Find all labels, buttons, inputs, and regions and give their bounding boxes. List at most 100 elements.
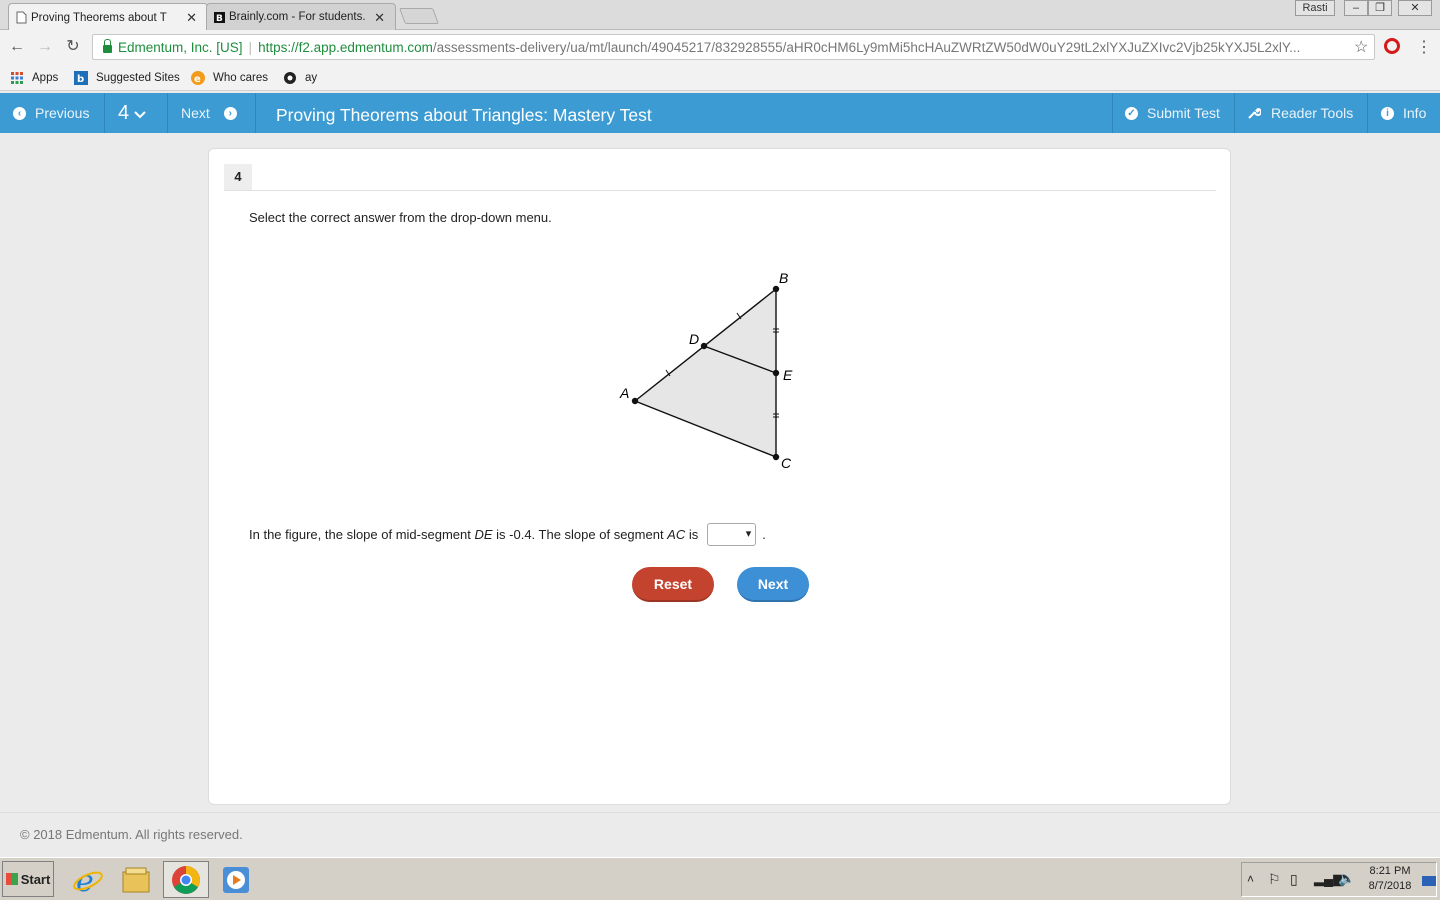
answer-dropdown[interactable]: [707, 523, 757, 546]
wrench-icon: [1248, 107, 1261, 119]
clock[interactable]: 8:21 PM 8/7/2018: [1362, 864, 1418, 894]
file-explorer-icon[interactable]: [120, 864, 152, 896]
bookmark-who-cares[interactable]: e Who cares: [191, 71, 268, 85]
label-c: C: [781, 455, 792, 471]
bookmark-ay[interactable]: ay: [283, 71, 317, 85]
header-divider: [104, 93, 105, 133]
label-b: B: [779, 270, 788, 286]
power-icon[interactable]: ▯: [1290, 871, 1298, 888]
question-selector[interactable]: 4: [118, 93, 146, 133]
chrome-icon: [172, 866, 200, 894]
bookmark-label: Suggested Sites: [96, 72, 180, 84]
page-icon: [16, 11, 27, 24]
arrow-left-circle-icon: ‹: [13, 106, 26, 120]
point-e: [772, 369, 780, 377]
opera-extension-icon[interactable]: [1384, 38, 1400, 54]
lock-icon: [103, 39, 112, 53]
statement-text: is -0.4. The slope of segment: [492, 527, 668, 542]
assessment-header: ‹ Previous 4 Next › Proving Theorems abo…: [0, 93, 1440, 133]
label-e: E: [783, 367, 793, 383]
previous-button[interactable]: ‹ Previous: [13, 93, 89, 133]
question-instruction: Select the correct answer from the drop-…: [249, 210, 552, 225]
point-c: [772, 453, 780, 461]
tab-brainly[interactable]: B Brainly.com - For students. ✕: [206, 3, 396, 30]
page-title: Proving Theorems about Triangles: Master…: [276, 105, 652, 125]
orange-e-icon: e: [191, 71, 205, 85]
url-path: /assessments-delivery/ua/mt/launch/49045…: [432, 39, 1301, 55]
url-host: https://f2.app.edmentum.com: [258, 39, 433, 55]
action-center-flag-icon[interactable]: ⚐: [1268, 871, 1281, 888]
reader-tools-button[interactable]: Reader Tools: [1247, 93, 1353, 133]
apps-grid-icon: [11, 72, 23, 84]
site-identity: Edmentum, Inc. [US]: [118, 39, 243, 55]
edge-like-icon: [284, 72, 296, 84]
svg-text:B: B: [216, 14, 223, 24]
profile-name[interactable]: Rasti: [1295, 0, 1335, 16]
tab-edmentum[interactable]: Proving Theorems about Tri ✕: [8, 3, 208, 31]
bookmark-label: Who cares: [213, 72, 268, 84]
submit-label: Submit Test: [1147, 105, 1220, 121]
chrome-taskbar-button[interactable]: [163, 861, 209, 898]
bing-icon: b: [74, 71, 88, 85]
next-button[interactable]: Next: [737, 567, 809, 602]
next-question-button[interactable]: Next ›: [181, 93, 246, 133]
brainly-icon: B: [214, 12, 225, 24]
minimize-icon[interactable]: –: [1344, 0, 1368, 16]
chevron-down-icon: [134, 111, 146, 119]
svg-text:e: e: [194, 74, 201, 85]
reload-icon[interactable]: ↻: [63, 37, 83, 57]
header-divider: [1234, 93, 1235, 133]
statement-period: .: [762, 527, 766, 542]
browser-toolbar: ← → ↻ Edmentum, Inc. [US] | https://f2.a…: [0, 30, 1440, 64]
previous-label: Previous: [35, 105, 90, 121]
check-circle-icon: ✓: [1125, 106, 1138, 120]
triangle-abc: [633, 287, 777, 459]
triangle-figure: A B C D E: [619, 270, 793, 471]
reader-tools-label: Reader Tools: [1271, 105, 1354, 121]
bookmark-label: ay: [305, 72, 318, 84]
close-icon[interactable]: ✕: [374, 10, 385, 26]
address-separator: |: [248, 39, 253, 55]
new-tab-button[interactable]: [399, 8, 439, 24]
footer-divider: [0, 812, 1440, 813]
info-button[interactable]: i Info: [1381, 93, 1426, 133]
info-circle-icon: i: [1381, 106, 1394, 120]
address-bar[interactable]: Edmentum, Inc. [US] | https://f2.app.edm…: [92, 34, 1375, 60]
restore-icon[interactable]: ❐: [1368, 0, 1392, 16]
clock-time: 8:21 PM: [1369, 865, 1411, 877]
header-divider: [167, 93, 168, 133]
forward-arrow-icon[interactable]: →: [35, 37, 55, 57]
question-number-badge: 4: [224, 164, 252, 190]
label-d: D: [689, 331, 699, 347]
volume-icon[interactable]: 🔈: [1338, 870, 1355, 887]
bookmarks-bar: Apps b Suggested Sites e Who cares ay: [0, 64, 1440, 91]
point-a: [631, 397, 639, 405]
bookmark-apps[interactable]: Apps: [10, 71, 58, 85]
windows-flag-icon: [5, 873, 18, 885]
browser-tabstrip: Proving Theorems about Tri ✕ B Brainly.c…: [0, 0, 1440, 31]
start-label: Start: [20, 871, 51, 887]
bookmark-label: Apps: [32, 72, 59, 84]
close-icon[interactable]: ✕: [186, 10, 197, 26]
divider: [224, 190, 1216, 191]
statement-text: In the figure, the slope of mid-segment: [249, 527, 475, 542]
show-desktop-icon[interactable]: [1422, 876, 1436, 886]
bookmark-suggested-sites[interactable]: b Suggested Sites: [74, 71, 180, 85]
tray-expand-icon[interactable]: ˄: [1247, 872, 1254, 886]
point-b: [772, 285, 780, 293]
bookmark-star-icon[interactable]: ☆: [1354, 37, 1368, 57]
point-d: [700, 342, 708, 350]
window-close-icon[interactable]: ✕: [1398, 0, 1432, 16]
info-label: Info: [1403, 105, 1427, 121]
start-button[interactable]: Start: [2, 861, 54, 897]
label-a: A: [619, 385, 629, 401]
internet-explorer-icon[interactable]: e: [72, 864, 104, 896]
tab-title: Brainly.com - For students.: [229, 11, 365, 23]
menu-dots-icon[interactable]: ⋮: [1416, 37, 1432, 57]
back-arrow-icon[interactable]: ←: [7, 37, 27, 57]
svg-text:b: b: [77, 74, 84, 85]
reset-button[interactable]: Reset: [632, 567, 714, 602]
submit-test-button[interactable]: ✓ Submit Test: [1125, 93, 1220, 133]
os-taskbar: Start e ˄ ⚐ ▯ ▂▄▆ 🔈 8:21 PM 8/7/2018: [0, 857, 1440, 900]
media-player-icon[interactable]: [221, 864, 253, 896]
